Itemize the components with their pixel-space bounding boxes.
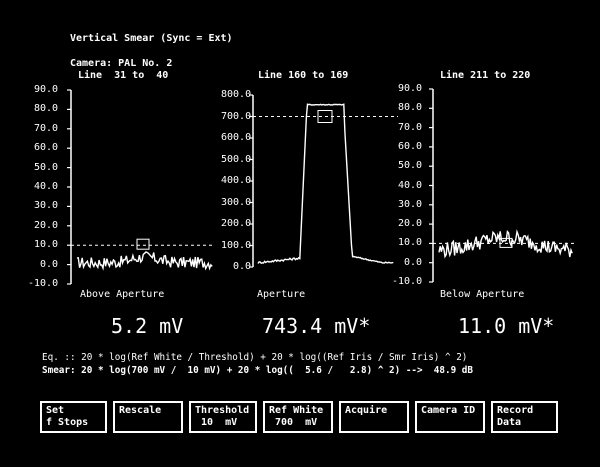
signal-trace [76, 251, 213, 271]
signal-trace [257, 103, 394, 265]
smear-result-text: Smear: 20 * log(700 mV / 10 mV) + 20 * l… [42, 365, 473, 376]
button-label: Ref White [269, 405, 324, 416]
panel-above-plot [67, 89, 213, 285]
cursor-box [136, 238, 150, 250]
button-label: Set [46, 405, 65, 416]
reading-above: 5.2 mV [111, 314, 184, 338]
button-label: Rescale [119, 405, 162, 416]
plots-canvas [67, 88, 575, 285]
panel-above-caption: Above Aperture [80, 289, 165, 300]
button-label: Acquire [345, 405, 388, 416]
button-label: Camera ID [421, 405, 476, 416]
panel-aperture-caption: Aperture [257, 289, 306, 300]
record-data-button[interactable]: Record Data [491, 401, 558, 433]
button-label: Threshold [195, 405, 250, 416]
equation-text: Eq. :: 20 * log(Ref White / Threshold) +… [42, 352, 468, 363]
button-sublabel: f Stops [46, 417, 89, 428]
set-f-stops-button[interactable]: Set f Stops [40, 401, 107, 433]
panel-below-plot [429, 88, 575, 283]
reading-below: 11.0 mV* [458, 314, 555, 338]
camera-id-button[interactable]: Camera ID [415, 401, 485, 433]
panel-below-caption: Below Aperture [440, 289, 525, 300]
reading-aperture: 743.4 mV* [262, 314, 371, 338]
ref-white-button[interactable]: Ref White 700 mV [263, 401, 333, 433]
signal-trace [438, 229, 573, 259]
acquire-button[interactable]: Acquire [339, 401, 409, 433]
threshold-button[interactable]: Threshold 10 mV [189, 401, 257, 433]
button-sublabel: Data [497, 417, 522, 428]
button-label: Record [497, 405, 534, 416]
button-sublabel: 10 mV [195, 417, 238, 428]
panel-aperture-plot [249, 94, 398, 268]
rescale-button[interactable]: Rescale [113, 401, 183, 433]
button-sublabel: 700 mV [269, 417, 318, 428]
